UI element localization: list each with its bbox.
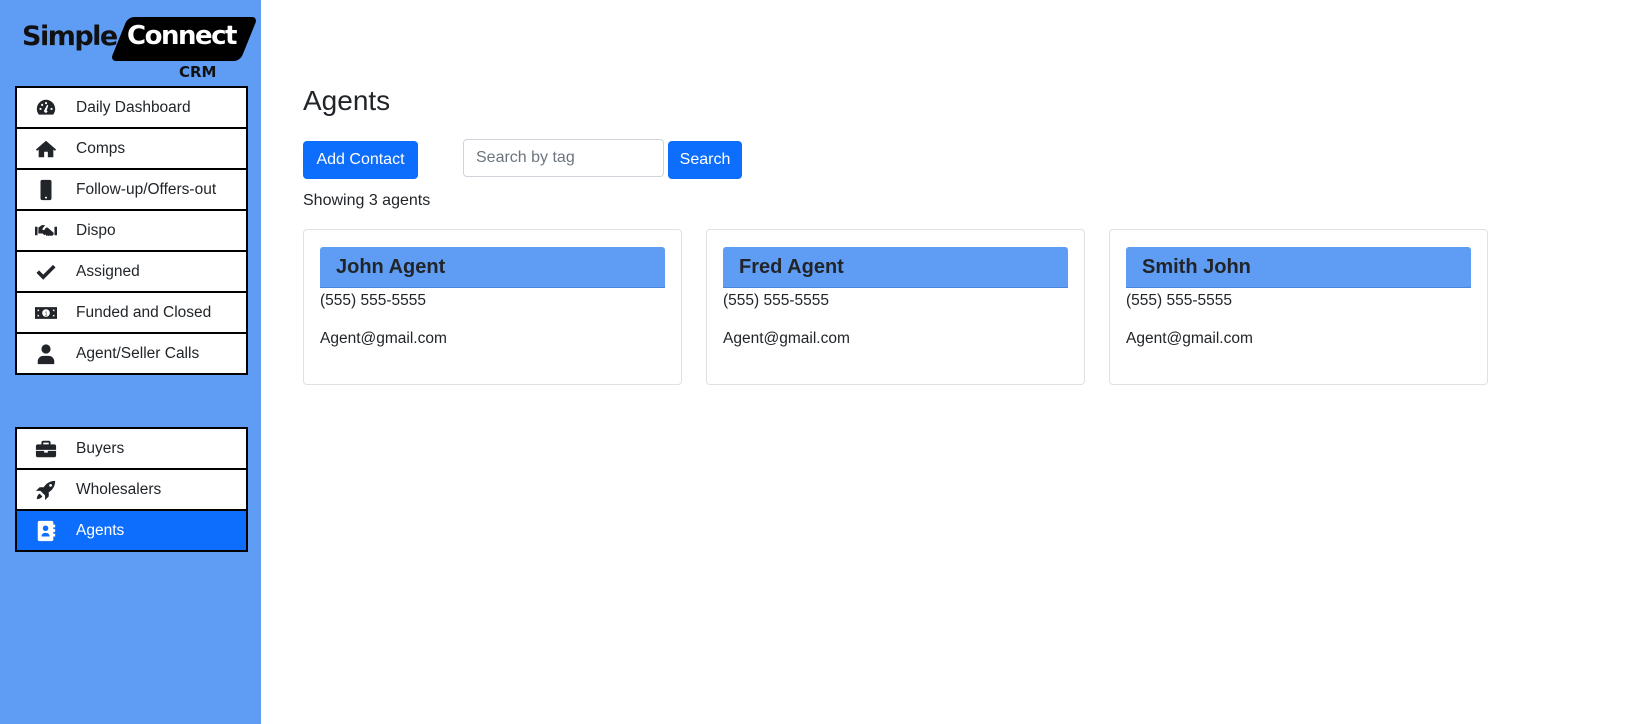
sidebar-item-label: Dispo xyxy=(76,221,116,239)
sidebar-item-comps[interactable]: Comps xyxy=(17,129,246,170)
sidebar-item-label: Comps xyxy=(76,139,126,157)
sidebar-item-wholesalers[interactable]: Wholesalers xyxy=(17,470,246,511)
agent-card[interactable]: Smith John (555) 555-5555 Agent@gmail.co… xyxy=(1109,229,1488,385)
agent-name: Smith John xyxy=(1126,247,1471,288)
address-book-icon xyxy=(34,520,58,542)
logo-crm: CRM xyxy=(179,63,217,81)
sidebar-item-daily-dashboard[interactable]: Daily Dashboard xyxy=(17,88,246,129)
sidebar-item-label: Funded and Closed xyxy=(76,303,212,321)
agent-email: Agent@gmail.com xyxy=(1126,330,1253,347)
mobile-phone-icon xyxy=(34,179,58,201)
sidebar-item-label: Agents xyxy=(76,521,125,539)
sidebar: Simple Connect CRM Daily Dashboard Comps xyxy=(0,0,261,724)
nav-group-main: Daily Dashboard Comps Follow-up/Offers-o… xyxy=(15,86,248,375)
sidebar-item-assigned[interactable]: Assigned xyxy=(17,252,246,293)
sidebar-item-funded-closed[interactable]: 1 Funded and Closed xyxy=(17,293,246,334)
search-input[interactable] xyxy=(463,139,664,177)
sidebar-item-label: Follow-up/Offers-out xyxy=(76,180,217,198)
house-icon xyxy=(34,138,58,160)
sidebar-item-label: Wholesalers xyxy=(76,480,162,498)
logo[interactable]: Simple Connect CRM xyxy=(22,17,258,83)
agent-name: Fred Agent xyxy=(723,247,1068,288)
agent-card[interactable]: John Agent (555) 555-5555 Agent@gmail.co… xyxy=(303,229,682,385)
main-content: Agents Add Contact Search Showing 3 agen… xyxy=(261,0,1640,724)
results-count: Showing 3 agents xyxy=(303,192,431,209)
sidebar-item-label: Assigned xyxy=(76,262,140,280)
agent-cards: John Agent (555) 555-5555 Agent@gmail.co… xyxy=(303,229,1488,385)
money-bill-icon: 1 xyxy=(34,302,58,324)
nav-group-contacts: Buyers Wholesalers Agents xyxy=(15,427,248,552)
agent-phone: (555) 555-5555 xyxy=(1126,292,1232,309)
sidebar-item-label: Buyers xyxy=(76,439,125,457)
svg-text:1: 1 xyxy=(45,311,48,317)
sidebar-item-agent-seller-calls[interactable]: Agent/Seller Calls xyxy=(17,334,246,373)
sidebar-item-label: Agent/Seller Calls xyxy=(76,344,200,362)
handshake-icon xyxy=(34,220,58,242)
agent-phone: (555) 555-5555 xyxy=(320,292,426,309)
search-button[interactable]: Search xyxy=(668,141,742,179)
app: Simple Connect CRM Daily Dashboard Comps xyxy=(0,0,1640,724)
add-contact-button[interactable]: Add Contact xyxy=(303,141,418,179)
agent-phone: (555) 555-5555 xyxy=(723,292,829,309)
rocket-icon xyxy=(34,479,58,501)
agent-card[interactable]: Fred Agent (555) 555-5555 Agent@gmail.co… xyxy=(706,229,1085,385)
agent-email: Agent@gmail.com xyxy=(723,330,850,347)
briefcase-icon xyxy=(34,438,58,460)
agent-name: John Agent xyxy=(320,247,665,288)
sidebar-item-agents[interactable]: Agents xyxy=(17,511,246,550)
agent-email: Agent@gmail.com xyxy=(320,330,447,347)
user-icon xyxy=(34,343,58,365)
sidebar-item-label: Daily Dashboard xyxy=(76,98,191,116)
logo-word-connect: Connect xyxy=(127,21,237,51)
logo-word-simple: Simple xyxy=(22,21,118,52)
gauge-icon xyxy=(34,97,58,119)
sidebar-item-dispo[interactable]: Dispo xyxy=(17,211,246,252)
sidebar-item-buyers[interactable]: Buyers xyxy=(17,429,246,470)
page-title: Agents xyxy=(303,85,391,116)
sidebar-item-follow-up[interactable]: Follow-up/Offers-out xyxy=(17,170,246,211)
checkmark-icon xyxy=(34,261,58,283)
